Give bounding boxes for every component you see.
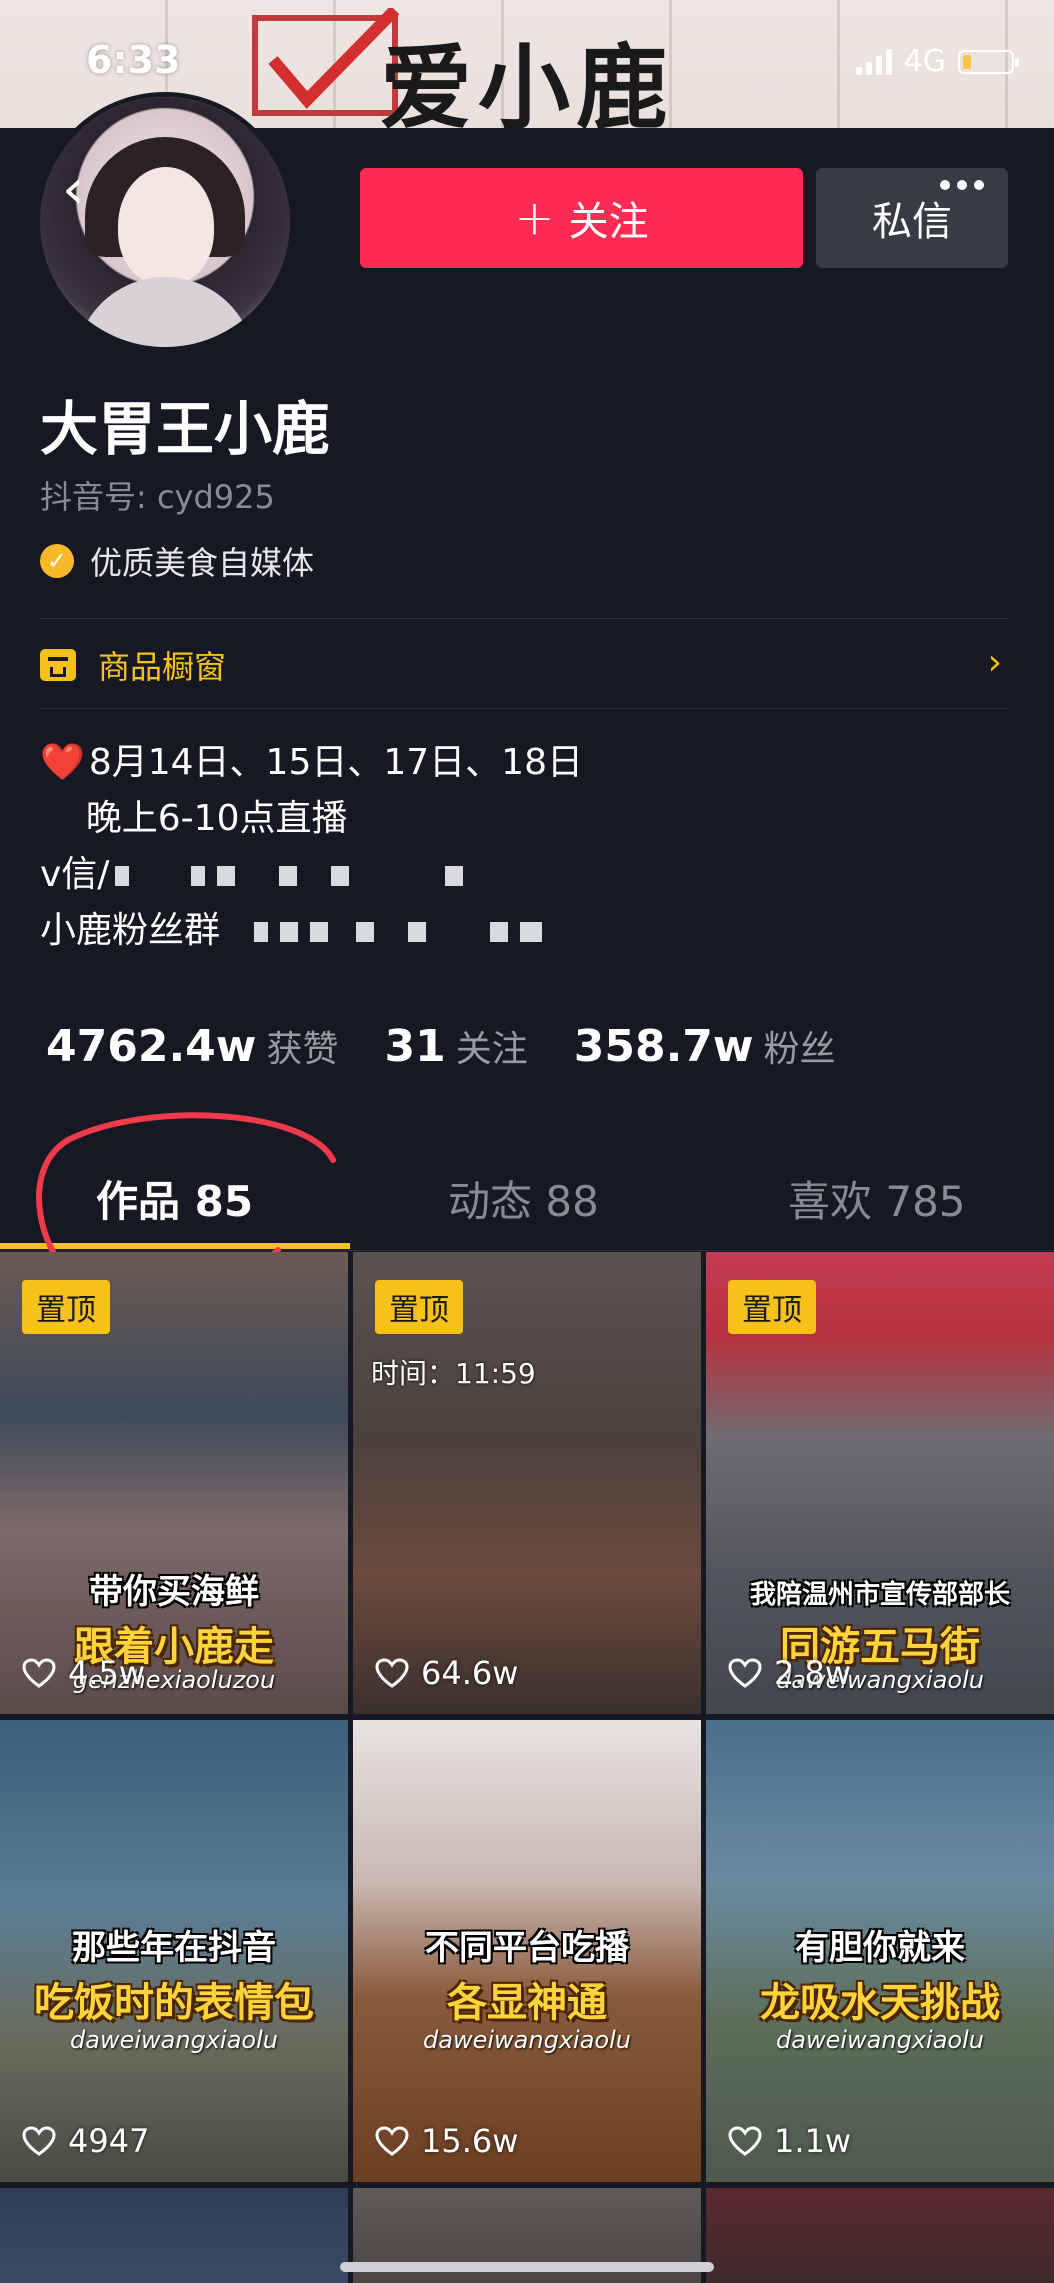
avatar[interactable] <box>40 97 290 347</box>
video-thumbnail[interactable]: 那些年在抖音 吃饭时的表情包 daweiwangxiaolu 4947 <box>0 1720 348 2182</box>
status-time: 6:33 <box>86 38 181 82</box>
tab-posts[interactable]: 动态 88 <box>448 1168 599 1229</box>
video-caption-highlight: 吃饭时的表情包 <box>34 1980 314 2026</box>
profile-name: 大胃王小鹿 <box>40 395 331 463</box>
video-likes: 4.5w <box>22 1654 145 1692</box>
video-caption-sub: daweiwangxiaolu <box>423 2026 631 2054</box>
video-thumbnail[interactable]: 置顶 带你买海鲜 跟着小鹿走 genzhexiaoluzou 4.5w <box>0 1252 348 1714</box>
chevron-right-icon: › <box>987 642 1002 683</box>
battery-icon <box>958 49 1019 74</box>
video-caption: 带你买海鲜 <box>89 1572 259 1612</box>
verified-check-icon: ✓ <box>40 544 74 578</box>
video-thumbnail[interactable]: 置顶 我陪温州市宣传部部长 同游五马街 daweiwangxiaolu 2.8w <box>706 1252 1054 1714</box>
douyin-id: 抖音号: cyd925 <box>40 478 275 516</box>
video-caption-highlight: 龙吸水天挑战 <box>760 1980 1000 2026</box>
follow-button[interactable]: + 关注 <box>360 168 803 268</box>
back-chevron-icon[interactable]: ‹ <box>62 160 102 220</box>
video-thumbnail[interactable] <box>0 2188 348 2283</box>
heart-emoji-icon: ❤️ <box>40 742 85 783</box>
video-caption-highlight: 各显神通 <box>447 1980 607 2026</box>
heart-icon <box>728 1658 762 1688</box>
followers-count[interactable]: 358.7w <box>574 1021 754 1072</box>
signal-icon <box>855 48 892 75</box>
heart-icon <box>375 2126 409 2156</box>
pinned-badge: 置顶 <box>728 1280 816 1334</box>
shop-window-link[interactable]: 商品橱窗 › <box>40 640 1008 690</box>
following-count[interactable]: 31 <box>384 1021 445 1072</box>
divider <box>40 618 1008 619</box>
video-caption-sub: daweiwangxiaolu <box>776 2026 984 2054</box>
video-thumbnail[interactable]: 置顶 时间：11:59 64.6w <box>353 1252 701 1714</box>
status-indicators: 4G <box>855 44 1019 79</box>
likes-label: 获赞 <box>266 1029 339 1070</box>
heart-icon <box>375 1658 409 1688</box>
divider <box>40 708 1008 709</box>
bio-line: ❤️ 8月14日、15日、17日、18日 <box>40 742 583 783</box>
video-thumbnail[interactable] <box>706 2188 1054 2283</box>
bio-line: 晚上6-10点直播 <box>40 798 348 839</box>
video-caption: 有胆你就来 <box>795 1928 965 1968</box>
video-likes: 64.6w <box>375 1654 518 1692</box>
video-caption-sub: daweiwangxiaolu <box>70 2026 278 2054</box>
following-label[interactable]: 关注 <box>456 1020 528 1072</box>
verified-badge: ✓ 优质美食自媒体 <box>40 538 314 584</box>
video-caption: 不同平台吃播 <box>425 1928 629 1968</box>
heart-icon <box>22 1658 56 1688</box>
video-thumbnail[interactable]: 有胆你就来 龙吸水天挑战 daweiwangxiaolu 1.1w <box>706 1720 1054 2182</box>
network-type: 4G <box>903 44 946 79</box>
shop-icon <box>40 649 76 681</box>
pinned-badge: 置顶 <box>375 1280 463 1334</box>
video-caption: 我陪温州市宣传部部长 <box>749 1580 1010 1610</box>
video-likes: 2.8w <box>728 1654 851 1692</box>
plus-icon: + <box>514 190 555 246</box>
likes-count: 4762.4w <box>46 1021 257 1072</box>
video-likes: 1.1w <box>728 2122 851 2160</box>
shop-label: 商品橱窗 <box>98 648 227 686</box>
more-icon[interactable] <box>940 165 1000 205</box>
video-thumbnail[interactable]: 不同平台吃播 各显神通 daweiwangxiaolu 15.6w <box>353 1720 701 2182</box>
video-likes: 15.6w <box>375 2122 518 2160</box>
followers-label[interactable]: 粉丝 <box>764 1020 836 1072</box>
heart-icon <box>22 2126 56 2156</box>
heart-icon <box>728 2126 762 2156</box>
bio-line: v信/ <box>40 847 583 903</box>
video-time-tag: 时间：11:59 <box>371 1357 536 1390</box>
pinned-badge: 置顶 <box>22 1280 110 1334</box>
video-caption: 那些年在抖音 <box>72 1928 276 1968</box>
profile-stats: 4762.4w 获赞 31 关注 358.7w 粉丝 <box>46 1020 882 1072</box>
video-likes: 4947 <box>22 2122 149 2160</box>
follow-label: 关注 <box>568 199 649 245</box>
tab-likes[interactable]: 喜欢 785 <box>788 1168 966 1229</box>
bio-line: 小鹿粉丝群 <box>40 903 583 959</box>
verified-label: 优质美食自媒体 <box>90 544 315 582</box>
home-indicator[interactable] <box>340 2262 714 2272</box>
bio: ❤️ 8月14日、15日、17日、18日 晚上6-10点直播 v信/ 小鹿粉丝群 <box>40 735 583 959</box>
